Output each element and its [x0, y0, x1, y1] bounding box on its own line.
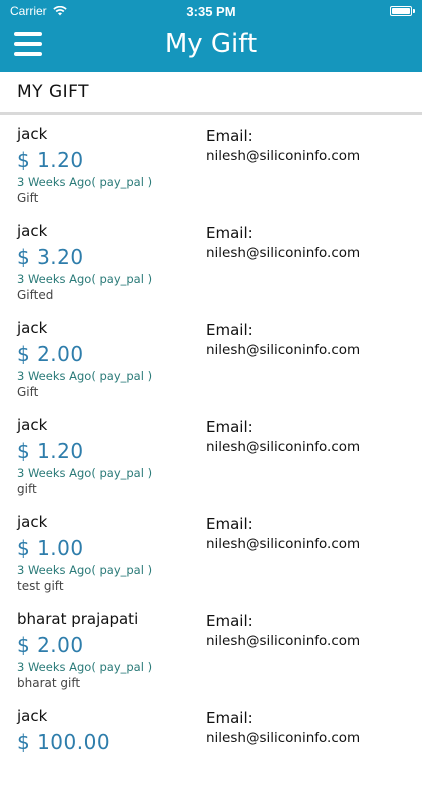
email-value: nilesh@siliconinfo.com: [206, 536, 361, 552]
page-title: My Gift: [164, 29, 258, 59]
email-value: nilesh@siliconinfo.com: [206, 439, 361, 455]
battery-fill: [392, 8, 410, 14]
menu-icon-line: [14, 42, 42, 46]
section-header: MY GIFT: [0, 72, 422, 115]
email-label: Email:: [206, 321, 253, 339]
wifi-icon: [52, 6, 67, 16]
status-left: Carrier: [10, 4, 67, 18]
status-bar: Carrier 3:35 PM: [0, 0, 422, 22]
gift-list: jack $ 1.20 3 Weeks Ago( pay_pal ) Gift Emai…: [0, 115, 422, 794]
list-item[interactable]: jack $ 3.20 3 Weeks Ago( pay_pal ) Gifted Em…: [0, 212, 422, 309]
list-item[interactable]: jack $ 1.00 3 Weeks Ago( pay_pal ) test gif…: [0, 503, 422, 600]
gift-date: 3 Weeks Ago( pay_pal ): [17, 175, 153, 189]
gift-amount: $ 2.00: [17, 633, 84, 657]
list-item[interactable]: jack $ 1.20 3 Weeks Ago( pay_pal ) gift Emai…: [0, 406, 422, 503]
gift-name: jack: [17, 319, 48, 337]
menu-icon-line: [14, 52, 42, 56]
email-label: Email:: [206, 709, 253, 727]
top-bar: Carrier 3:35 PM My Gift: [0, 0, 422, 72]
email-value: nilesh@siliconinfo.com: [206, 730, 361, 746]
email-value: nilesh@siliconinfo.com: [206, 148, 361, 164]
gift-amount: $ 1.00: [17, 536, 84, 560]
email-label: Email:: [206, 612, 253, 630]
gift-name: jack: [17, 707, 48, 725]
email-label: Email:: [206, 418, 253, 436]
email-label: Email:: [206, 515, 253, 533]
list-item[interactable]: bharat prajapati $ 2.00 3 Weeks Ago( pay_p…: [0, 600, 422, 697]
gift-date: 3 Weeks Ago( pay_pal ): [17, 563, 153, 577]
gift-name: jack: [17, 416, 48, 434]
email-value: nilesh@siliconinfo.com: [206, 633, 361, 649]
gift-note: bharat gift: [17, 676, 81, 690]
gift-note: Gifted: [17, 288, 54, 302]
list-item[interactable]: jack $ 2.00 3 Weeks Ago( pay_pal ) Gift Emai…: [0, 309, 422, 406]
gift-note: test gift: [17, 579, 64, 593]
gift-name: jack: [17, 125, 48, 143]
gift-amount: $ 1.20: [17, 439, 84, 463]
gift-note: gift: [17, 482, 37, 496]
email-label: Email:: [206, 224, 253, 242]
gift-amount: $ 1.20: [17, 148, 84, 172]
menu-icon-line: [14, 32, 42, 36]
gift-date: 3 Weeks Ago( pay_pal ): [17, 466, 153, 480]
list-item[interactable]: jack $ 100.00 Email: nilesh@siliconinfo.com: [0, 697, 422, 794]
email-label: Email:: [206, 127, 253, 145]
gift-note: Gift: [17, 385, 39, 399]
gift-note: Gift: [17, 191, 39, 205]
nav-bar: My Gift: [0, 22, 422, 72]
battery-icon: [390, 6, 415, 16]
gift-amount: $ 2.00: [17, 342, 84, 366]
email-value: nilesh@siliconinfo.com: [206, 342, 361, 358]
gift-date: 3 Weeks Ago( pay_pal ): [17, 272, 153, 286]
menu-icon[interactable]: [14, 30, 42, 58]
list-item[interactable]: jack $ 1.20 3 Weeks Ago( pay_pal ) Gift Emai…: [0, 115, 422, 212]
gift-name: bharat prajapati: [17, 610, 139, 628]
gift-date: 3 Weeks Ago( pay_pal ): [17, 369, 153, 383]
carrier-label: Carrier: [10, 4, 47, 18]
gift-amount: $ 100.00: [17, 730, 111, 754]
gift-name: jack: [17, 513, 48, 531]
gift-amount: $ 3.20: [17, 245, 84, 269]
gift-date: 3 Weeks Ago( pay_pal ): [17, 660, 153, 674]
email-value: nilesh@siliconinfo.com: [206, 245, 361, 261]
gift-name: jack: [17, 222, 48, 240]
